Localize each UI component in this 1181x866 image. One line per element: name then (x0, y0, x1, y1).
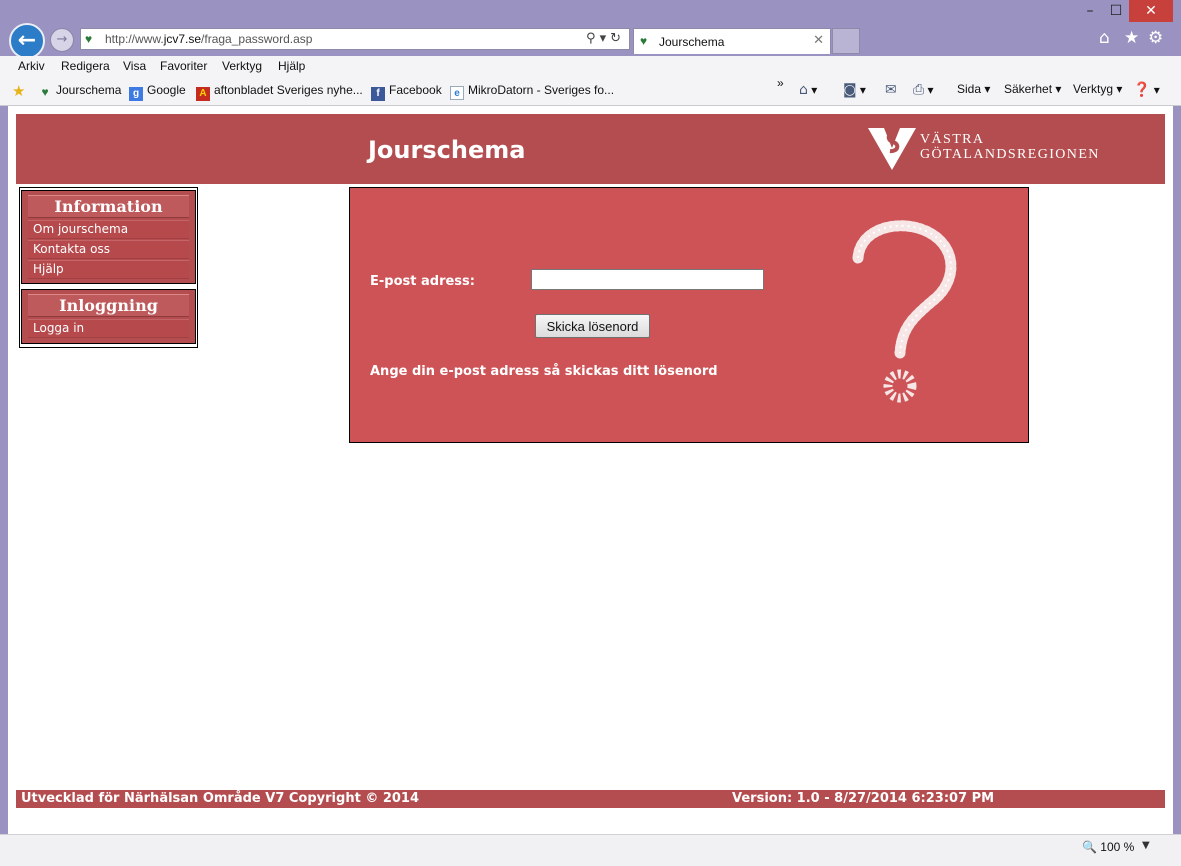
safety-menu-label: Säkerhet (1004, 82, 1053, 96)
information-box: Information Om jourschema Kontakta oss H… (21, 190, 196, 284)
aftonbladet-icon: A (196, 87, 210, 101)
help-icon: ❓ (1133, 82, 1151, 98)
login-heading: Inloggning (28, 294, 189, 317)
browser-chrome: – ☐ ✕ ← → ♥ http://www.jcv7.se/fraga_pas… (0, 0, 1181, 106)
address-bar[interactable]: ♥ http://www.jcv7.se/fraga_password.asp … (80, 28, 630, 50)
feeds-command[interactable]: ◙ ▾ (843, 82, 866, 98)
favorites-star-icon[interactable]: ★ (1124, 28, 1139, 48)
zoom-control[interactable]: 🔍 100 % (1082, 840, 1134, 854)
menu-hjalp[interactable]: Hjälp (278, 59, 305, 73)
page-viewport: Jourschema VÄSTRA GÖTALANDSREGIONEN Info… (8, 106, 1173, 834)
help-command[interactable]: ❓ ▾ (1133, 82, 1160, 98)
tab-close-icon[interactable]: ✕ (813, 33, 824, 48)
tab-favicon-icon: ♥ (640, 34, 648, 48)
tab-label: Jourschema (659, 35, 725, 49)
logo-text: VÄSTRA GÖTALANDSREGIONEN (920, 132, 1100, 162)
information-heading: Information (28, 195, 189, 218)
favorite-facebook[interactable]: f Facebook (371, 83, 442, 101)
sidebar-link-kontakta-oss[interactable]: Kontakta oss (28, 240, 189, 259)
vgr-logo: VÄSTRA GÖTALANDSREGIONEN (866, 124, 1098, 174)
page-title: Jourschema (368, 136, 526, 164)
sidebar-link-logga-in[interactable]: Logga in (28, 319, 189, 338)
menu-bar: Arkiv Redigera Visa Favoriter Verktyg Hj… (0, 56, 1181, 78)
url-path: /fraga_password.asp (201, 32, 313, 46)
favorite-label: Google (147, 83, 186, 97)
question-mark-icon (852, 220, 957, 403)
safety-menu[interactable]: Säkerhet ▾ (1004, 82, 1061, 96)
sidebar: Information Om jourschema Kontakta oss H… (19, 187, 198, 348)
site-header: Jourschema VÄSTRA GÖTALANDSREGIONEN (16, 114, 1165, 184)
page-menu[interactable]: Sida ▾ (957, 82, 990, 96)
favorite-aftonbladet[interactable]: Aaftonbladet Sveriges nyhe... (196, 83, 363, 101)
menu-redigera[interactable]: Redigera (61, 59, 110, 73)
logo-line-2: GÖTALANDSREGIONEN (920, 147, 1100, 162)
tab-jourschema[interactable]: ♥ Jourschema ✕ (633, 28, 831, 54)
home-icon: ⌂ (799, 82, 808, 98)
menu-visa[interactable]: Visa (123, 59, 146, 73)
vgr-icon: ♥ (41, 85, 49, 99)
rss-icon: ◙ (843, 82, 857, 98)
tools-menu[interactable]: Verktyg ▾ (1073, 82, 1122, 96)
google-icon: g (129, 87, 143, 101)
gear-icon[interactable]: ⚙ (1148, 28, 1163, 48)
url-prefix: http://www. (105, 32, 164, 46)
zoom-icon: 🔍 (1082, 840, 1097, 854)
close-window-button[interactable]: ✕ (1129, 0, 1173, 22)
new-tab-button[interactable] (832, 28, 860, 54)
favorite-google[interactable]: g Google (129, 83, 186, 101)
address-url[interactable]: http://www.jcv7.se/fraga_password.asp (105, 32, 312, 46)
facebook-icon: f (371, 87, 385, 101)
version-text: Version: 1.0 - 8/27/2014 6:23:07 PM (732, 791, 995, 806)
refresh-icon[interactable]: ↻ (610, 31, 625, 46)
search-icon[interactable]: ⚲ (586, 31, 600, 46)
print-command[interactable]: ⎙ ▾ (913, 82, 934, 98)
instruction-text: Ange din e-post adress så skickas ditt l… (370, 364, 718, 379)
maximize-button[interactable]: ☐ (1100, 0, 1132, 22)
favorite-jourschema[interactable]: ♥ Jourschema (38, 83, 121, 99)
zoom-dropdown-icon[interactable]: ▼ (1142, 840, 1150, 851)
favorite-label: MikroDatorn - Sveriges fo... (468, 83, 615, 97)
address-tools: ⚲▾↻ (586, 31, 625, 46)
favorite-label: aftonbladet Sveriges nyhe... (214, 83, 363, 97)
dropdown-icon[interactable]: ▾ (600, 31, 611, 46)
copyright-text: Utvecklad för Närhälsan Område V7 Copyri… (21, 791, 420, 806)
email-label: E-post adress: (370, 274, 475, 289)
site-favicon-icon: ♥ (85, 32, 93, 46)
page-menu-label: Sida (957, 82, 982, 96)
mail-icon: ✉ (885, 82, 897, 98)
logo-line-1: VÄSTRA (920, 132, 985, 147)
add-favorite-star-icon[interactable]: ★ (12, 82, 25, 100)
favorite-label: Facebook (389, 83, 442, 97)
tools-menu-label: Verktyg (1073, 82, 1114, 96)
navigation-row: ← → ♥ http://www.jcv7.se/fraga_password.… (0, 22, 1181, 59)
home-command[interactable]: ⌂ ▾ (799, 82, 817, 98)
chevron-more-icon[interactable]: » (777, 76, 784, 90)
menu-arkiv[interactable]: Arkiv (18, 59, 45, 73)
zoom-level: 100 % (1100, 840, 1135, 854)
status-bar: 🔍 100 % ▼ (0, 834, 1181, 866)
back-button[interactable]: ← (9, 23, 45, 59)
forward-button[interactable]: → (50, 28, 74, 52)
ie-icon: e (450, 86, 464, 100)
login-box: Inloggning Logga in (21, 289, 196, 344)
sidebar-link-hjalp[interactable]: Hjälp (28, 260, 189, 279)
menu-favoriter[interactable]: Favoriter (160, 59, 207, 73)
password-request-panel: E-post adress: Skicka lösenord Ange din … (349, 187, 1029, 443)
url-domain: jcv7.se (163, 32, 202, 46)
vgr-logo-icon (868, 128, 916, 170)
email-field[interactable] (531, 269, 764, 290)
sidebar-link-om-jourschema[interactable]: Om jourschema (28, 220, 189, 239)
favorite-mikrodatorn[interactable]: e MikroDatorn - Sveriges fo... (450, 83, 614, 100)
printer-icon: ⎙ (913, 82, 925, 98)
send-password-button[interactable]: Skicka lösenord (535, 314, 650, 338)
mail-command[interactable]: ✉ (885, 82, 897, 98)
home-icon[interactable]: ⌂ (1099, 28, 1110, 48)
site-footer: Utvecklad för Närhälsan Område V7 Copyri… (16, 790, 1165, 808)
title-bar: – ☐ ✕ (0, 0, 1181, 24)
favorites-bar: ★ ♥ Jourschema g Google Aaftonbladet Sveri… (0, 76, 1181, 105)
favorite-label: Jourschema (56, 83, 122, 97)
menu-verktyg[interactable]: Verktyg (222, 59, 262, 73)
